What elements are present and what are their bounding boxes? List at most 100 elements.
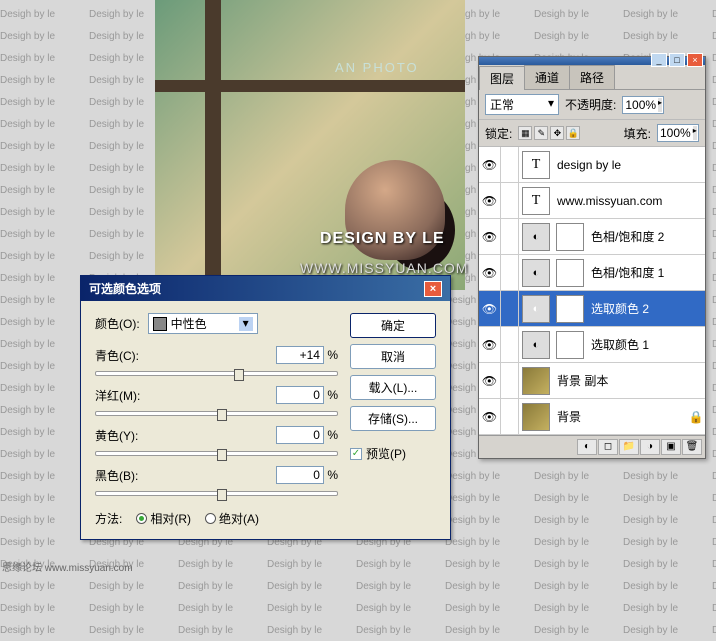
layer-name-label[interactable]: 背景 副本: [553, 372, 705, 389]
slider-thumb-icon[interactable]: [217, 449, 227, 461]
tab-paths[interactable]: 路径: [569, 65, 615, 89]
slider-input-1[interactable]: [276, 386, 324, 404]
layer-style-icon[interactable]: ◐: [577, 439, 597, 455]
panel-tabs: 图层 通道 路径: [479, 65, 705, 90]
slider-input-3[interactable]: [276, 466, 324, 484]
layer-mask-icon[interactable]: ◻: [598, 439, 618, 455]
maximize-icon[interactable]: □: [669, 53, 685, 67]
layer-name-label[interactable]: 色相/饱和度 2: [587, 228, 705, 245]
visibility-eye-icon[interactable]: 👁: [479, 183, 501, 218]
visibility-eye-icon[interactable]: 👁: [479, 327, 501, 362]
cancel-button[interactable]: 取消: [350, 344, 436, 369]
layer-item[interactable]: 👁 ◐ 色相/饱和度 2: [479, 219, 705, 255]
slider-track-1[interactable]: [95, 406, 338, 420]
layers-panel: _ □ × 图层 通道 路径 正常▾ 不透明度: 100%▸ 锁定: ▦ ✎ ✥…: [478, 56, 706, 459]
panel-bottom-toolbar: ◐ ◻ 📁 ◑ ▣ 🗑: [479, 435, 705, 458]
opacity-input[interactable]: 100%▸: [622, 96, 664, 114]
delete-layer-icon[interactable]: 🗑: [682, 439, 702, 455]
layer-link-cell[interactable]: [501, 363, 519, 398]
slider-thumb-icon[interactable]: [234, 369, 244, 381]
layer-item[interactable]: 👁 T design by le: [479, 147, 705, 183]
dialog-titlebar[interactable]: 可选颜色选项 ×: [81, 276, 450, 301]
layer-name-label[interactable]: 选取颜色 2: [587, 300, 705, 317]
lock-transparency-icon[interactable]: ▦: [518, 126, 532, 140]
slider-label: 洋红(M):: [95, 387, 140, 404]
slider-input-2[interactable]: [276, 426, 324, 444]
panel-window-controls: _ □ ×: [479, 57, 705, 65]
layer-link-cell[interactable]: [501, 291, 519, 326]
layer-link-cell[interactable]: [501, 183, 519, 218]
lock-label: 锁定:: [485, 125, 512, 142]
text-layer-icon: T: [522, 151, 550, 179]
lock-all-icon[interactable]: 🔒: [566, 126, 580, 140]
blend-mode-select[interactable]: 正常▾: [485, 94, 559, 115]
visibility-eye-icon[interactable]: 👁: [479, 219, 501, 254]
save-button[interactable]: 存储(S)...: [350, 406, 436, 431]
ok-button[interactable]: 确定: [350, 313, 436, 338]
visibility-eye-icon[interactable]: 👁: [479, 147, 501, 182]
lock-icon: 🔒: [687, 410, 705, 424]
fill-label: 填充:: [624, 125, 651, 142]
layer-link-cell[interactable]: [501, 327, 519, 362]
slider-thumb-icon[interactable]: [217, 489, 227, 501]
slider-thumb-icon[interactable]: [217, 409, 227, 421]
layer-link-cell[interactable]: [501, 399, 519, 434]
layer-name-label[interactable]: design by le: [553, 158, 705, 172]
visibility-eye-icon[interactable]: 👁: [479, 363, 501, 398]
arrow-icon: ▸: [693, 126, 697, 140]
tab-layers[interactable]: 图层: [479, 66, 525, 90]
adjustment-layer-icon: ◐: [522, 295, 550, 323]
close-panel-icon[interactable]: ×: [687, 53, 703, 67]
layer-name-label[interactable]: www.missyuan.com: [553, 194, 705, 208]
layer-item[interactable]: 👁 ◐ 色相/饱和度 1: [479, 255, 705, 291]
layer-link-cell[interactable]: [501, 255, 519, 290]
method-relative-radio[interactable]: 相对(R): [136, 510, 191, 527]
layer-link-cell[interactable]: [501, 147, 519, 182]
slider-track-2[interactable]: [95, 446, 338, 460]
load-button[interactable]: 载入(L)...: [350, 375, 436, 400]
layer-link-cell[interactable]: [501, 219, 519, 254]
new-layer-icon[interactable]: ▣: [661, 439, 681, 455]
layer-item[interactable]: 👁 ◐ 选取颜色 1: [479, 327, 705, 363]
chevron-down-icon: ▾: [239, 317, 253, 331]
preview-checkbox[interactable]: ✓ 预览(P): [350, 445, 436, 462]
slider-track-3[interactable]: [95, 486, 338, 500]
visibility-eye-icon[interactable]: 👁: [479, 255, 501, 290]
adjustment-layer-icon: ◐: [522, 259, 550, 287]
layer-item[interactable]: 👁 背景 副本: [479, 363, 705, 399]
footer-text: 思缘论坛 www.missyuan.com: [2, 559, 133, 574]
layer-item[interactable]: 👁 T www.missyuan.com: [479, 183, 705, 219]
layer-item[interactable]: 👁 背景 🔒: [479, 399, 705, 435]
close-icon[interactable]: ×: [424, 281, 442, 297]
slider-input-0[interactable]: [276, 346, 324, 364]
slider-label: 青色(C):: [95, 347, 139, 364]
opacity-label: 不透明度:: [565, 96, 616, 113]
watermark-line1: DESIGN BY LE: [320, 230, 445, 248]
slider-track-0[interactable]: [95, 366, 338, 380]
new-adjustment-icon[interactable]: ◑: [640, 439, 660, 455]
tab-channels[interactable]: 通道: [524, 65, 570, 89]
image-layer-thumb: [522, 367, 550, 395]
new-set-icon[interactable]: 📁: [619, 439, 639, 455]
lock-icons-group: ▦ ✎ ✥ 🔒: [518, 126, 580, 140]
radio-checked-icon: [136, 513, 147, 524]
visibility-eye-icon[interactable]: 👁: [479, 399, 501, 434]
lock-position-icon[interactable]: ✥: [550, 126, 564, 140]
layer-name-label[interactable]: 选取颜色 1: [587, 336, 705, 353]
method-absolute-radio[interactable]: 绝对(A): [205, 510, 259, 527]
chevron-down-icon: ▾: [548, 96, 554, 113]
lock-paint-icon[interactable]: ✎: [534, 126, 548, 140]
minimize-icon[interactable]: _: [651, 53, 667, 67]
layer-name-label[interactable]: 背景: [553, 408, 687, 425]
layer-item[interactable]: 👁 ◐ 选取颜色 2: [479, 291, 705, 327]
photo-watermark-text: AN PHOTO: [335, 60, 419, 75]
color-label: 颜色(O):: [95, 315, 140, 332]
adjustment-layer-icon: ◐: [522, 223, 550, 251]
visibility-eye-icon[interactable]: 👁: [479, 291, 501, 326]
color-dropdown[interactable]: 中性色 ▾: [148, 313, 258, 334]
arrow-icon: ▸: [658, 98, 662, 112]
selective-color-dialog: 可选颜色选项 × 颜色(O): 中性色 ▾ 青色(C): % 洋红(M): %: [80, 275, 451, 540]
layer-name-label[interactable]: 色相/饱和度 1: [587, 264, 705, 281]
fill-input[interactable]: 100%▸: [657, 124, 699, 142]
checkbox-checked-icon: ✓: [350, 448, 362, 460]
